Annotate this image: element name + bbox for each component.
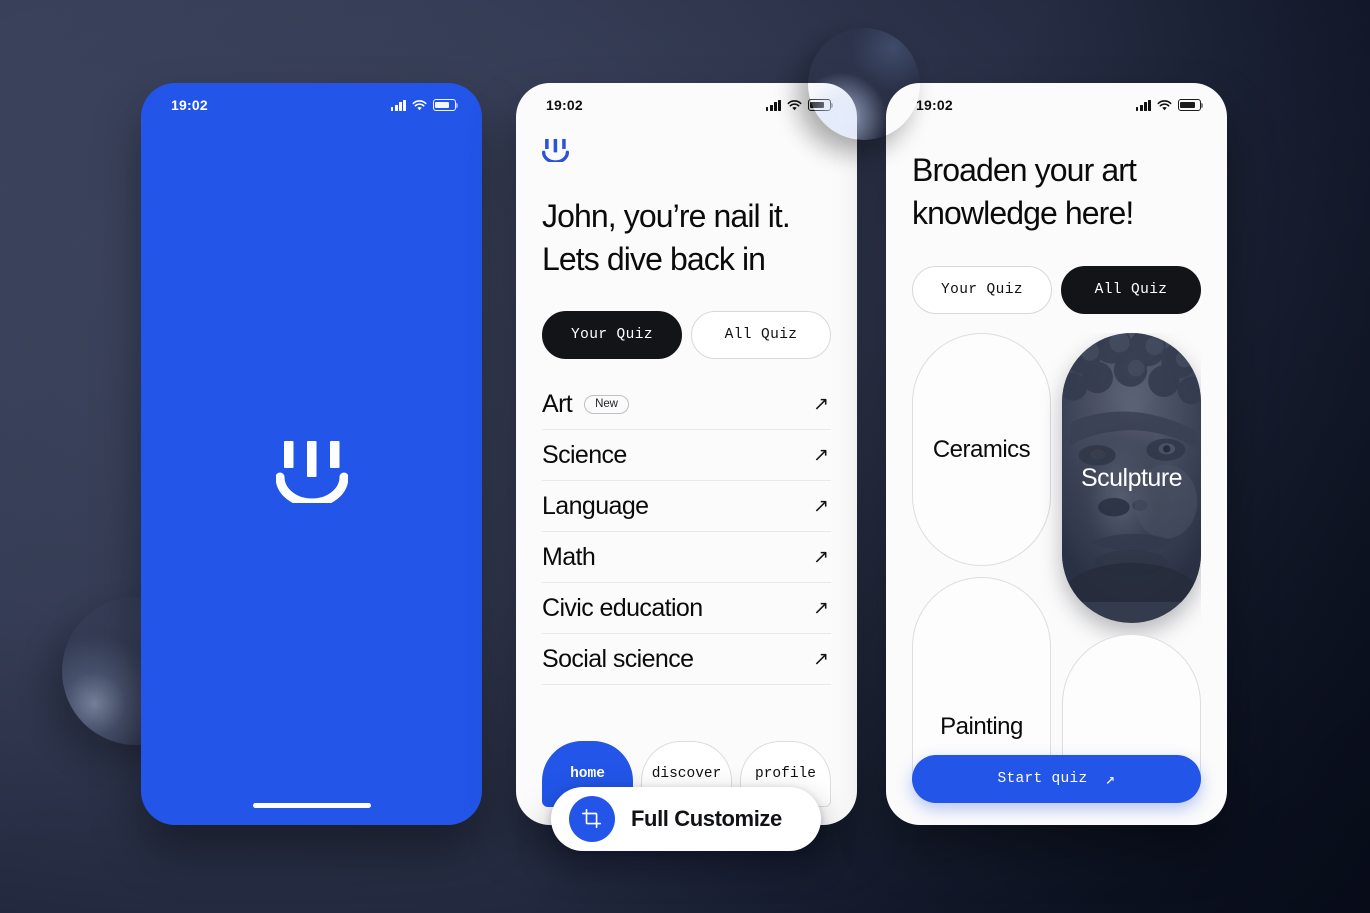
status-icons: [390, 99, 459, 111]
subject-name: Math: [542, 543, 596, 572]
category-card-sculpture[interactable]: Sculpture: [1062, 333, 1201, 624]
phone-mockup-splash: 19:02: [141, 83, 482, 825]
full-customize-label: Full Customize: [631, 806, 782, 831]
arrow-up-right-icon[interactable]: ↗: [813, 599, 829, 618]
card-column-left: Ceramics Painting: [912, 333, 1051, 782]
list-item[interactable]: Art New ↗: [542, 379, 831, 431]
headline-line-2: Lets dive back in: [542, 240, 766, 277]
signal-bars-icon: [765, 99, 781, 111]
page-title: John, you’re nail it. Lets dive back in: [542, 195, 831, 280]
wifi-icon: [412, 99, 427, 111]
card-title: Sculpture: [1080, 463, 1183, 492]
status-bar: 19:02: [141, 83, 482, 123]
home-indicator: [252, 803, 371, 808]
wifi-icon: [787, 99, 802, 111]
battery-icon: [433, 99, 459, 111]
phone-mockup-your-quiz: 19:02 John, you’re nail it. Lets dive ba…: [516, 83, 857, 825]
subject-name: Social science: [542, 645, 694, 674]
smiley-logo-icon[interactable]: [541, 139, 570, 166]
card-title: Painting: [940, 713, 1023, 741]
arrow-up-right-icon[interactable]: ↗: [813, 497, 829, 516]
list-item[interactable]: Civic education ↗: [542, 583, 831, 635]
subject-name: Civic education: [542, 594, 703, 623]
tab-all-quiz[interactable]: All Quiz: [1061, 266, 1201, 315]
arrow-up-right-icon[interactable]: ↗: [813, 395, 829, 414]
subject-name: Language: [542, 492, 649, 521]
category-card-grid: Ceramics Painting Sculpture: [912, 333, 1201, 782]
decorative-sphere-top: [808, 28, 920, 140]
status-time: 19:02: [546, 97, 583, 113]
phone-mockup-all-quiz: 19:02 Broaden your art knowledge here! Y…: [886, 83, 1227, 825]
splash-content: [141, 123, 482, 825]
full-customize-button[interactable]: Full Customize: [551, 787, 821, 851]
tab-your-quiz[interactable]: Your Quiz: [542, 311, 682, 360]
list-item[interactable]: Language ↗: [542, 481, 831, 533]
list-item[interactable]: Math ↗: [542, 532, 831, 584]
subject-name: Art: [542, 390, 573, 419]
subject-name: Science: [542, 441, 627, 470]
your-quiz-screen: John, you’re nail it. Lets dive back in …: [516, 123, 857, 825]
battery-icon: [1178, 99, 1204, 111]
quiz-tabs: Your Quiz All Quiz: [542, 311, 831, 360]
start-quiz-button[interactable]: Start quiz ↗: [912, 755, 1201, 803]
status-bar: 19:02: [886, 83, 1227, 123]
arrow-up-right-icon[interactable]: ↗: [813, 548, 829, 567]
subject-list: Art New ↗ Science ↗ Language ↗ Math ↗ Ci…: [542, 379, 831, 686]
start-quiz-label: Start quiz: [997, 771, 1088, 787]
card-column-right: Sculpture: [1062, 333, 1201, 782]
arrow-up-right-icon: ↗: [1105, 771, 1116, 789]
tab-all-quiz[interactable]: All Quiz: [691, 311, 831, 360]
card-title: Ceramics: [932, 435, 1031, 463]
status-bar: 19:02: [516, 83, 857, 123]
signal-bars-icon: [1135, 99, 1151, 111]
arrow-up-right-icon[interactable]: ↗: [813, 446, 829, 465]
category-card-painting[interactable]: Painting: [912, 577, 1051, 782]
headline-line-1: John, you’re nail it.: [542, 198, 791, 234]
wifi-icon: [1157, 99, 1172, 111]
quiz-tabs: Your Quiz All Quiz: [912, 266, 1201, 315]
status-icons: [1135, 99, 1204, 111]
all-quiz-screen: Broaden your art knowledge here! Your Qu…: [886, 149, 1227, 825]
headline-line-1: Broaden your art: [912, 152, 1137, 188]
signal-bars-icon: [390, 99, 406, 111]
status-badge: New: [584, 395, 629, 415]
smiley-logo-icon: [275, 440, 348, 508]
tab-your-quiz[interactable]: Your Quiz: [912, 266, 1052, 315]
arrow-up-right-icon[interactable]: ↗: [813, 650, 829, 669]
list-item[interactable]: Science ↗: [542, 430, 831, 482]
list-item[interactable]: Social science ↗: [542, 634, 831, 686]
category-card-ceramics[interactable]: Ceramics: [912, 333, 1051, 567]
headline-line-2: knowledge here!: [912, 194, 1134, 231]
crop-icon: [569, 796, 615, 842]
status-time: 19:02: [916, 97, 953, 113]
status-time: 19:02: [171, 97, 208, 113]
page-title: Broaden your art knowledge here!: [912, 149, 1201, 234]
